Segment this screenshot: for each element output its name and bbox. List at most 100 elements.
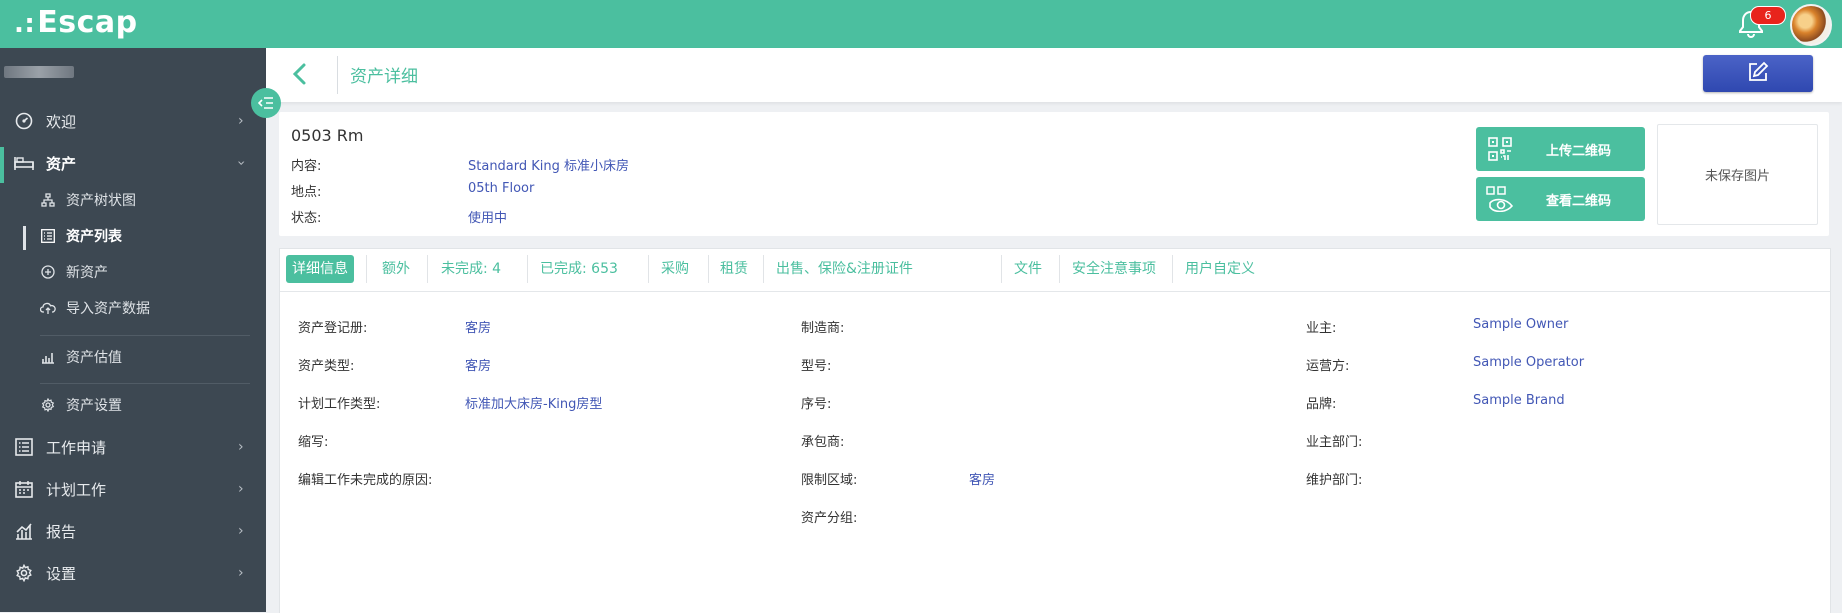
tree-icon (40, 192, 56, 208)
operator-value[interactable]: Sample Operator (1473, 355, 1584, 370)
app-logo[interactable]: .:Escap (14, 5, 138, 40)
tab-extra[interactable]: 额外 (376, 255, 416, 283)
restricted-area-label: 限制区域: (801, 473, 858, 488)
sidebar-item-label: 欢迎 (46, 112, 77, 131)
sidebar-subitem-asset-list[interactable]: 资产列表 (40, 223, 122, 249)
sidebar-subitem-label: 资产设置 (66, 398, 122, 414)
asset-image-placeholder[interactable]: 未保存图片 (1657, 124, 1818, 225)
incomplete-reason-label: 编辑工作未完成的原因: (298, 473, 433, 488)
owner-value[interactable]: Sample Owner (1473, 317, 1568, 332)
gear-icon (14, 563, 34, 583)
sidebar: 欢迎 › 资产 › 资产树状图 资产列表 新资产 导入资产数据 资产估值 资产设… (0, 48, 266, 612)
asset-info-card: 0503 Rm 内容: Standard King 标准小床房 地点: 05th… (279, 112, 1829, 236)
tab-custom[interactable]: 用户自定义 (1179, 255, 1261, 283)
owner-department-label: 业主部门: (1306, 435, 1363, 450)
location-value[interactable]: 05th Floor (468, 181, 534, 196)
content-value[interactable]: Standard King 标准小床房 (468, 155, 629, 174)
sidebar-item-welcome[interactable]: 欢迎 › (0, 104, 266, 138)
dashboard-icon (14, 111, 34, 131)
serial-number-label: 序号: (801, 397, 832, 412)
abbreviation-label: 缩写: (298, 435, 329, 450)
planned-work-type-label: 计划工作类型: (298, 397, 381, 412)
sidebar-subitem-label: 资产列表 (66, 229, 122, 245)
maintenance-department-label: 维护部门: (1306, 473, 1363, 488)
sidebar-item-label: 工作申请 (46, 438, 107, 457)
tab-files[interactable]: 文件 (1008, 255, 1048, 283)
list-icon (40, 228, 56, 244)
location-label: 地点: (291, 185, 322, 200)
divider (708, 255, 709, 283)
chevron-right-icon: › (238, 113, 244, 129)
notification-badge: 6 (1750, 6, 1786, 25)
sidebar-item-work-requests[interactable]: 工作申请 › (0, 430, 266, 464)
qr-code-icon (1486, 135, 1514, 163)
sidebar-item-label: 报告 (46, 522, 77, 541)
tab-procurement[interactable]: 采购 (655, 255, 695, 283)
tab-lease[interactable]: 租赁 (714, 255, 754, 283)
restricted-area-value[interactable]: 客房 (969, 469, 995, 488)
chart-icon (14, 521, 34, 541)
tab-bar: 详细信息 额外 未完成: 4 已完成: 653 采购 租赁 出售、保险&注册证件… (280, 249, 1830, 292)
cloud-upload-icon (40, 300, 56, 316)
user-name-blurred (4, 66, 74, 78)
qr-view-icon (1486, 185, 1514, 213)
sidebar-item-reports[interactable]: 报告 › (0, 514, 266, 548)
asset-register-value[interactable]: 客房 (465, 317, 491, 336)
status-value[interactable]: 使用中 (468, 207, 507, 226)
sidebar-item-assets[interactable]: 资产 › (0, 146, 266, 180)
back-icon[interactable] (290, 60, 310, 93)
sidebar-subitem-label: 资产估值 (66, 350, 122, 366)
sidebar-subitem-asset-valuation[interactable]: 资产估值 (40, 344, 122, 370)
edit-button[interactable] (1703, 55, 1813, 92)
sidebar-item-label: 计划工作 (46, 480, 107, 499)
sidebar-subitem-label: 导入资产数据 (66, 301, 150, 317)
divider (648, 255, 649, 283)
bar-chart-icon (40, 349, 56, 365)
divider (337, 56, 338, 94)
content-label: 内容: (291, 159, 322, 174)
active-subitem-indicator (23, 226, 26, 250)
sidebar-subitem-new-asset[interactable]: 新资产 (40, 259, 108, 285)
bed-icon (14, 153, 34, 173)
sidebar-item-settings[interactable]: 设置 › (0, 556, 266, 590)
upload-qr-button[interactable]: 上传二维码 (1476, 127, 1645, 171)
view-qr-label: 查看二维码 (1546, 193, 1612, 209)
chevron-right-icon: › (238, 565, 244, 581)
tab-completed[interactable]: 已完成: 653 (534, 255, 624, 283)
collapse-sidebar-button[interactable] (251, 88, 281, 118)
view-qr-button[interactable]: 查看二维码 (1476, 177, 1645, 221)
brand-value[interactable]: Sample Brand (1473, 393, 1565, 408)
plus-circle-icon (40, 264, 56, 280)
sidebar-item-label: 设置 (46, 564, 77, 583)
sidebar-item-planned-work[interactable]: 计划工作 › (0, 472, 266, 506)
chevron-right-icon: › (238, 439, 244, 455)
tab-details[interactable]: 详细信息 (286, 255, 354, 283)
list-icon (14, 437, 34, 457)
sidebar-subitem-asset-tree[interactable]: 资产树状图 (40, 187, 136, 213)
details-card: 详细信息 额外 未完成: 4 已完成: 653 采购 租赁 出售、保险&注册证件… (279, 248, 1831, 613)
sidebar-subitem-asset-settings[interactable]: 资产设置 (40, 392, 122, 418)
logo-text: Escap (37, 5, 138, 40)
manufacturer-label: 制造商: (801, 321, 845, 336)
tab-safety[interactable]: 安全注意事项 (1066, 255, 1162, 283)
gear-icon (40, 397, 56, 413)
avatar[interactable] (1790, 4, 1832, 46)
sidebar-subitem-import-assets[interactable]: 导入资产数据 (40, 295, 150, 321)
planned-work-type-value[interactable]: 标准加大床房-King房型 (465, 393, 602, 412)
asset-group-label: 资产分组: (801, 511, 858, 526)
asset-type-value[interactable]: 客房 (465, 355, 491, 374)
sidebar-item-label: 资产 (46, 154, 77, 173)
sidebar-subitem-label: 新资产 (66, 265, 108, 281)
owner-label: 业主: (1306, 321, 1337, 336)
tab-incomplete[interactable]: 未完成: 4 (435, 255, 507, 283)
divider (366, 255, 367, 283)
status-label: 状态: (291, 211, 322, 226)
divider (763, 255, 764, 283)
operator-label: 运营方: (1306, 359, 1350, 374)
calendar-icon (14, 479, 34, 499)
model-label: 型号: (801, 359, 832, 374)
chevron-right-icon: › (238, 481, 244, 497)
tab-sale-insurance[interactable]: 出售、保险&注册证件 (770, 255, 919, 283)
edit-icon (1747, 61, 1769, 87)
divider (40, 335, 250, 336)
